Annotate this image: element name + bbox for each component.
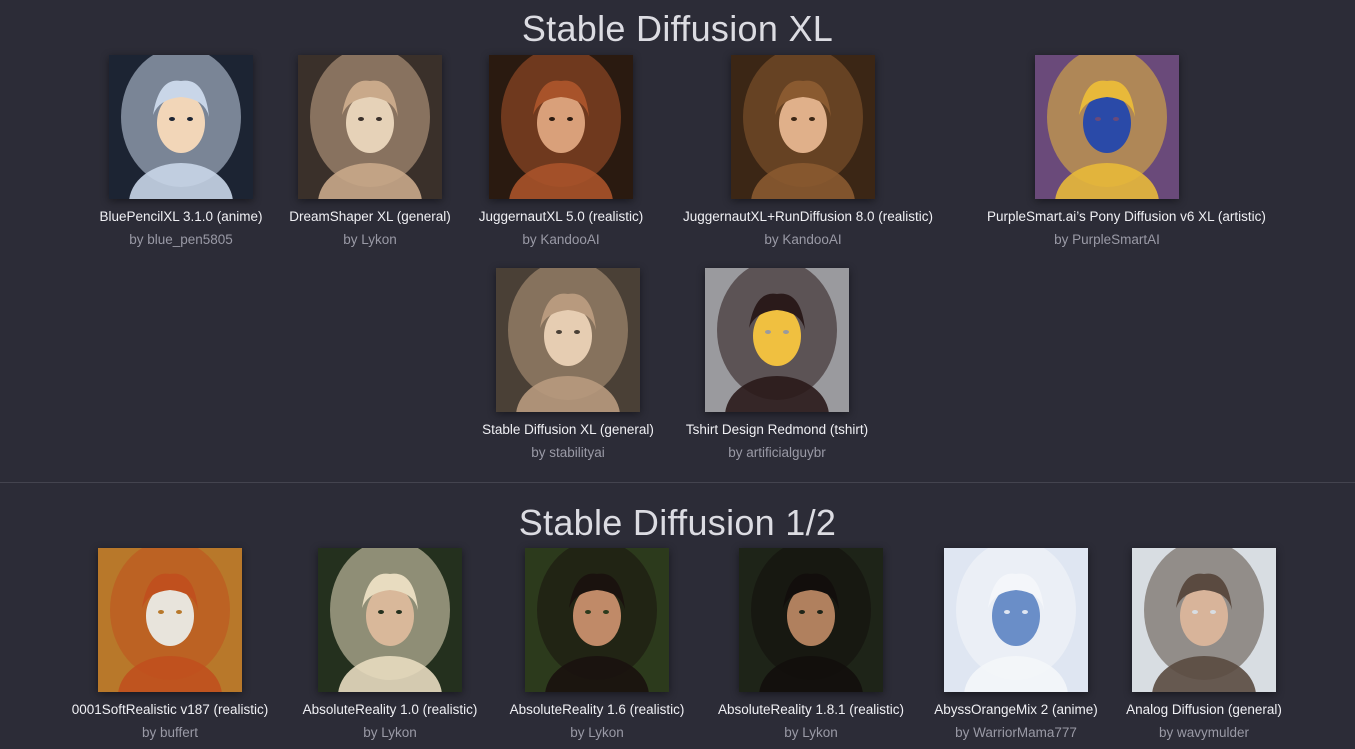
model-author: by wavymulder xyxy=(1158,725,1250,740)
sunlit-forest-portrait-thumbnail[interactable] xyxy=(739,548,883,692)
model-card[interactable]: PurpleSmart.ai’s Pony Diffusion v6 XL (a… xyxy=(987,55,1266,248)
model-card[interactable]: Stable Diffusion XL (general) by stabilit… xyxy=(448,268,688,461)
model-name: Stable Diffusion XL (general) xyxy=(482,422,654,437)
section-title-sdxl: Stable Diffusion XL xyxy=(521,8,834,49)
model-name: JuggernautXL+RunDiffusion 8.0 (realistic… xyxy=(683,209,934,224)
model-author: by KandooAI xyxy=(522,232,600,247)
pony-thumbnail[interactable] xyxy=(1035,55,1179,199)
model-card[interactable]: Tshirt Design Redmond (tshirt) by artific… xyxy=(657,268,897,461)
model-author: by Lykon xyxy=(570,725,624,740)
fur-hat-portrait-thumbnail[interactable] xyxy=(1132,548,1276,692)
section-divider xyxy=(0,482,1355,483)
model-author: by stabilityai xyxy=(531,445,605,460)
model-name: AbsoluteReality 1.6 (realistic) xyxy=(509,702,685,717)
blonde-portrait-thumbnail[interactable] xyxy=(318,548,462,692)
model-card[interactable]: AbsoluteReality 1.0 (realistic) by Lykon xyxy=(270,548,510,741)
white-hair-anime-thumbnail[interactable] xyxy=(944,548,1088,692)
lightning-portrait-thumbnail[interactable] xyxy=(496,268,640,412)
forest-portrait-thumbnail[interactable] xyxy=(731,55,875,199)
headphones-girl-thumbnail[interactable] xyxy=(705,268,849,412)
model-card[interactable]: 0001SoftRealistic v187 (realistic) by buf… xyxy=(50,548,290,741)
model-card[interactable]: JuggernautXL 5.0 (realistic) by KandooAI xyxy=(441,55,681,248)
model-author: by Lykon xyxy=(363,725,417,740)
model-card[interactable]: Analog Diffusion (general) by wavymulder xyxy=(1084,548,1324,741)
model-name: Analog Diffusion (general) xyxy=(1126,702,1282,717)
anime-girl-thumbnail[interactable] xyxy=(109,55,253,199)
model-name: AbsoluteReality 1.8.1 (realistic) xyxy=(717,702,905,717)
model-name: JuggernautXL 5.0 (realistic) xyxy=(478,209,644,224)
model-author: by Lykon xyxy=(784,725,838,740)
model-card[interactable]: AbsoluteReality 1.8.1 (realistic) by Lyko… xyxy=(691,548,931,741)
model-author: by PurpleSmartAI xyxy=(1054,232,1160,247)
field-redhead-thumbnail[interactable] xyxy=(98,548,242,692)
model-name: Tshirt Design Redmond (tshirt) xyxy=(685,422,869,437)
redhead-portrait-thumbnail[interactable] xyxy=(489,55,633,199)
model-name: PurpleSmart.ai’s Pony Diffusion v6 XL (a… xyxy=(987,209,1266,224)
model-author: by buffert xyxy=(141,725,199,740)
model-card[interactable]: AbsoluteReality 1.6 (realistic) by Lykon xyxy=(477,548,717,741)
model-author: by KandooAI xyxy=(764,232,842,247)
model-card[interactable]: JuggernautXL+RunDiffusion 8.0 (realistic… xyxy=(683,55,934,248)
section-title-sd12: Stable Diffusion 1/2 xyxy=(518,502,837,543)
model-author: by artificialguybr xyxy=(728,445,826,460)
forest-brunette-thumbnail[interactable] xyxy=(525,548,669,692)
sparkle-portrait-thumbnail[interactable] xyxy=(298,55,442,199)
model-name: 0001SoftRealistic v187 (realistic) xyxy=(71,702,269,717)
model-name: AbsoluteReality 1.0 (realistic) xyxy=(302,702,478,717)
